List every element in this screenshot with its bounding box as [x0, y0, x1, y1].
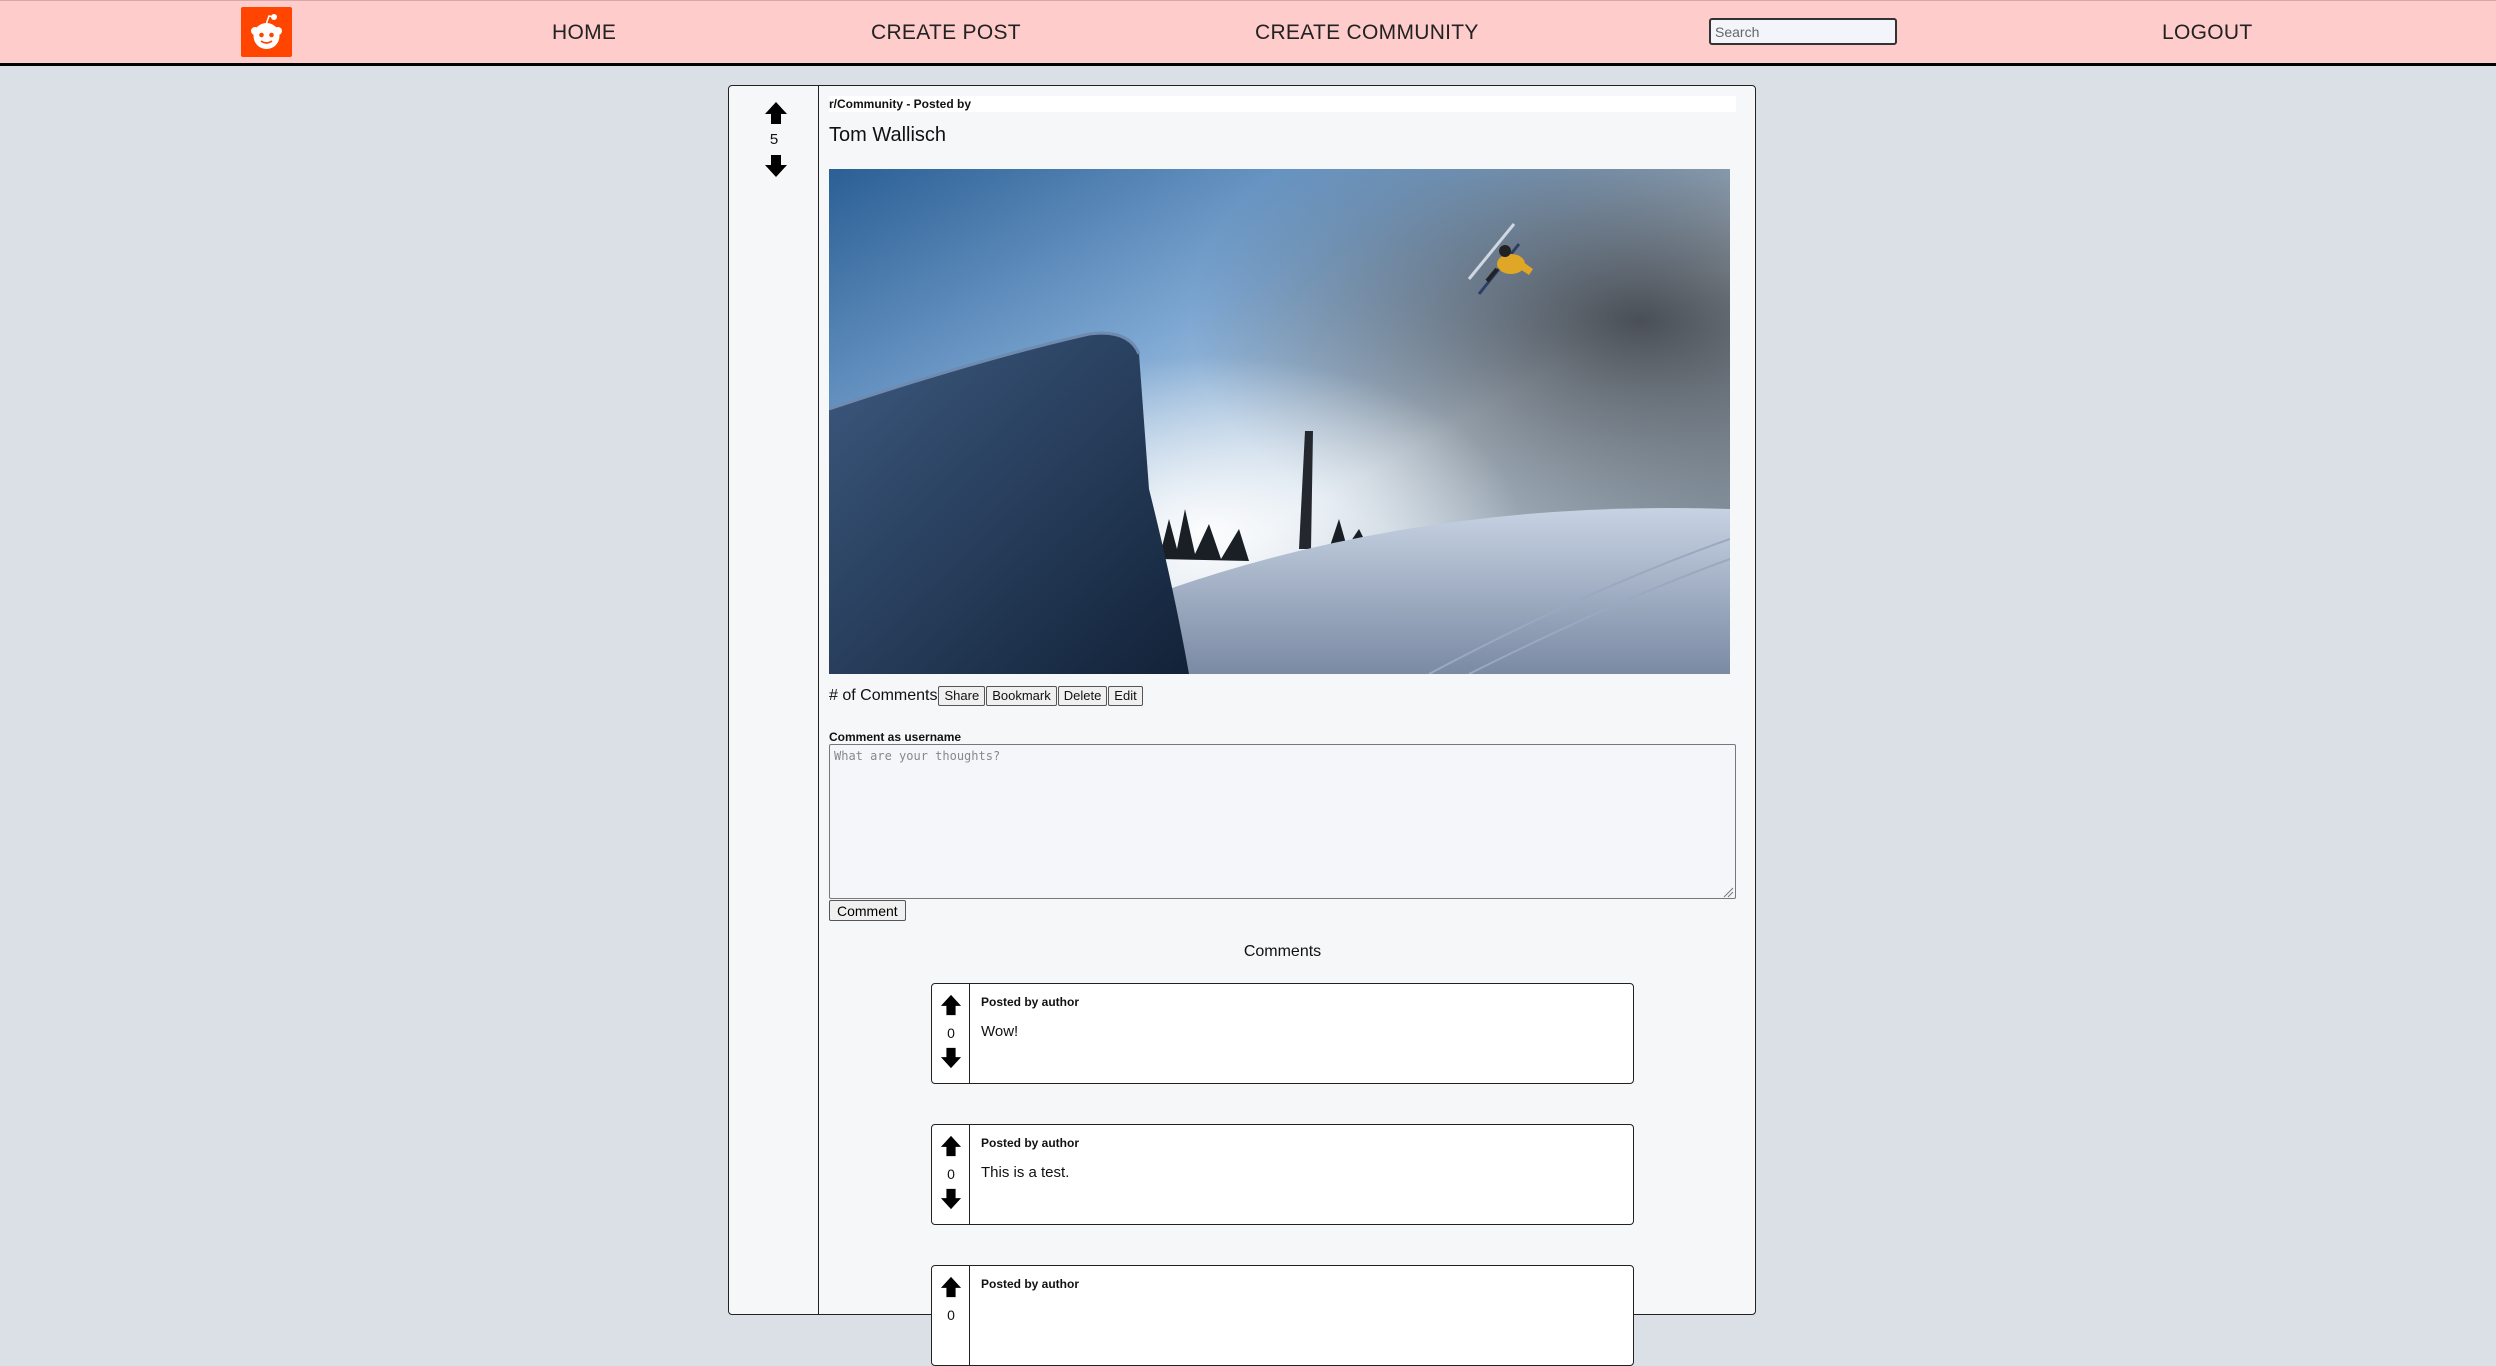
comment-author: Posted by author [981, 995, 1080, 1009]
comment-vote-column: 0 [932, 1125, 970, 1224]
upvote-arrow-icon[interactable] [940, 994, 962, 1016]
upvote-arrow-icon[interactable] [940, 1276, 962, 1298]
downvote-arrow-icon[interactable] [764, 154, 788, 178]
comment-as-label: Comment as username [829, 730, 962, 744]
comment-item: 0 Posted by author Wow! [931, 983, 1634, 1084]
nav-logout-link[interactable]: LOGOUT [2162, 1, 2252, 63]
post-meta: r/Community - Posted by [829, 96, 1736, 112]
submit-comment-button[interactable]: Comment [829, 900, 906, 921]
share-button[interactable]: Share [938, 686, 986, 706]
comment-author: Posted by author [981, 1136, 1080, 1150]
reddit-logo-icon[interactable] [241, 7, 292, 57]
comment-score: 0 [947, 1307, 955, 1323]
post-score: 5 [769, 131, 779, 148]
search-input[interactable] [1709, 18, 1897, 45]
comment-vote-column: 0 [932, 984, 970, 1083]
comment-vote-column: 0 [932, 1266, 970, 1365]
top-navbar: HOME CREATE POST CREATE COMMUNITY LOGOUT [0, 0, 2496, 66]
edit-button[interactable]: Edit [1108, 686, 1143, 706]
downvote-arrow-icon[interactable] [940, 1188, 962, 1210]
comment-textarea[interactable] [829, 744, 1736, 899]
nav-create-post-link[interactable]: CREATE POST [871, 1, 1021, 63]
delete-button[interactable]: Delete [1057, 686, 1108, 706]
upvote-arrow-icon[interactable] [940, 1135, 962, 1157]
nav-home-link[interactable]: HOME [552, 1, 616, 63]
comment-text: This is a test. [981, 1164, 1070, 1181]
post-image [829, 169, 1730, 674]
post-actions-bar: # of Comments Share Bookmark Delete Edit [829, 685, 1143, 707]
comment-author: Posted by author [981, 1277, 1080, 1291]
comment-item: 0 Posted by author This is a test. [931, 1124, 1634, 1225]
bookmark-button[interactable]: Bookmark [986, 686, 1057, 706]
comments-heading: Comments [1243, 943, 1322, 960]
resize-grip-icon[interactable] [1722, 886, 1734, 898]
comment-score: 0 [947, 1025, 955, 1041]
post-vote-column: 5 [729, 86, 819, 1314]
nav-create-community-link[interactable]: CREATE COMMUNITY [1255, 1, 1479, 63]
post-card: 5 r/Community - Posted by Tom Wallisch #… [728, 85, 1756, 1366]
post-title: Tom Wallisch [829, 124, 947, 146]
downvote-arrow-icon[interactable] [940, 1047, 962, 1069]
comment-item: 0 Posted by author [931, 1265, 1634, 1366]
comment-text: Wow! [981, 1023, 1019, 1040]
comment-count-label[interactable]: # of Comments [829, 687, 937, 705]
comment-score: 0 [947, 1166, 955, 1182]
upvote-arrow-icon[interactable] [764, 101, 788, 125]
